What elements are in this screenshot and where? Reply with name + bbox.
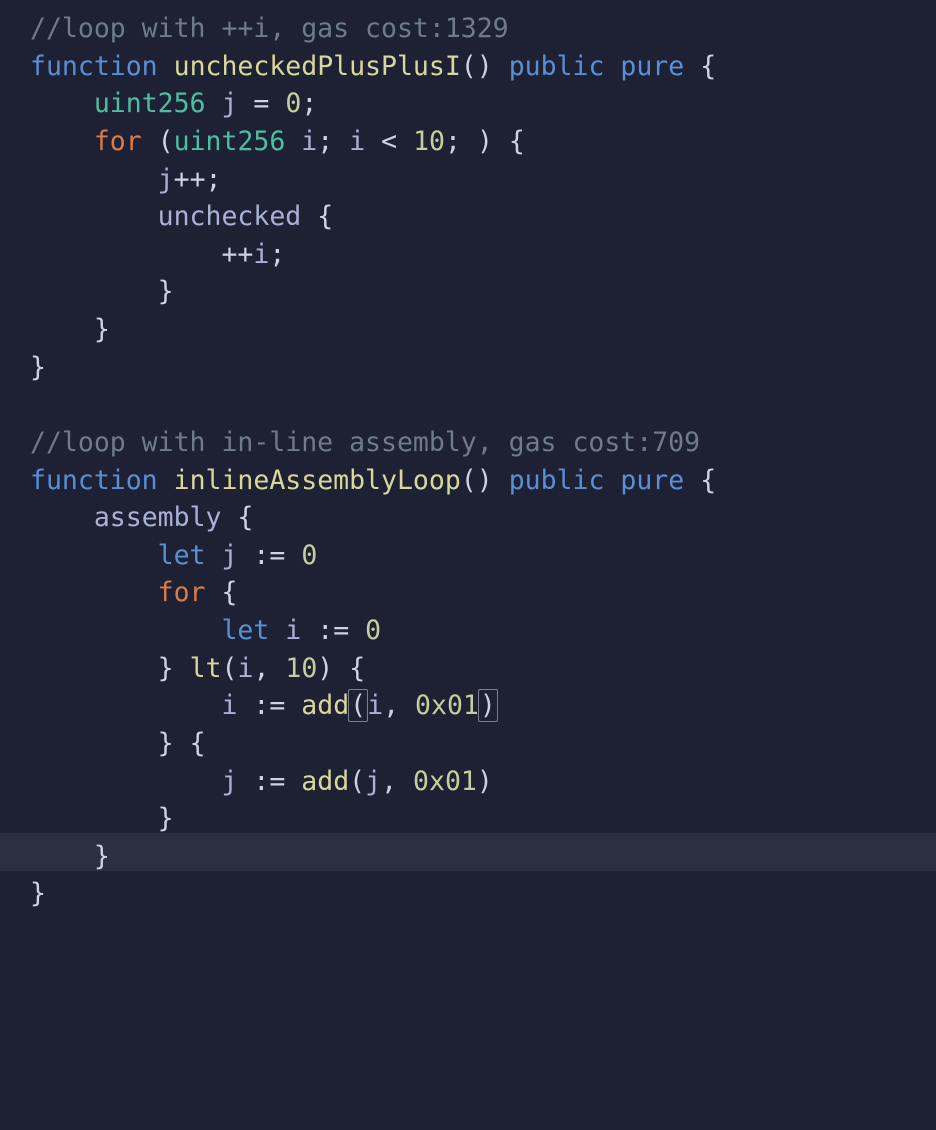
stmt-jpp: j++ <box>158 164 206 195</box>
number-ten: 10 <box>413 126 445 157</box>
keyword-pure: pure <box>620 51 684 82</box>
number-zero: 0 <box>285 88 301 119</box>
type-uint256: uint256 <box>94 88 206 119</box>
hex-literal: 0x01 <box>415 690 479 721</box>
paren-highlight-open: ( <box>348 689 368 722</box>
keyword-let: let <box>158 540 206 571</box>
keyword-function: function <box>30 51 158 82</box>
comment-line-2: //loop with in-line assembly, gas cost:7… <box>30 427 700 458</box>
keyword-assembly: assembly <box>94 502 222 533</box>
var-j: j <box>221 88 237 119</box>
keyword-public: public <box>509 51 605 82</box>
comment-line-1: //loop with ++i, gas cost:1329 <box>30 13 509 44</box>
function-name-2: inlineAssemblyLoop <box>174 465 461 496</box>
fn-lt: lt <box>190 653 222 684</box>
paren-highlight-close: ) <box>478 689 498 722</box>
keyword-unchecked: unchecked <box>158 201 302 232</box>
fn-add: add <box>301 690 349 721</box>
current-line-highlight <box>0 833 936 871</box>
function-name-1: uncheckedPlusPlusI <box>174 51 461 82</box>
code-block: //loop with ++i, gas cost:1329 function … <box>0 0 936 913</box>
keyword-for: for <box>94 126 142 157</box>
